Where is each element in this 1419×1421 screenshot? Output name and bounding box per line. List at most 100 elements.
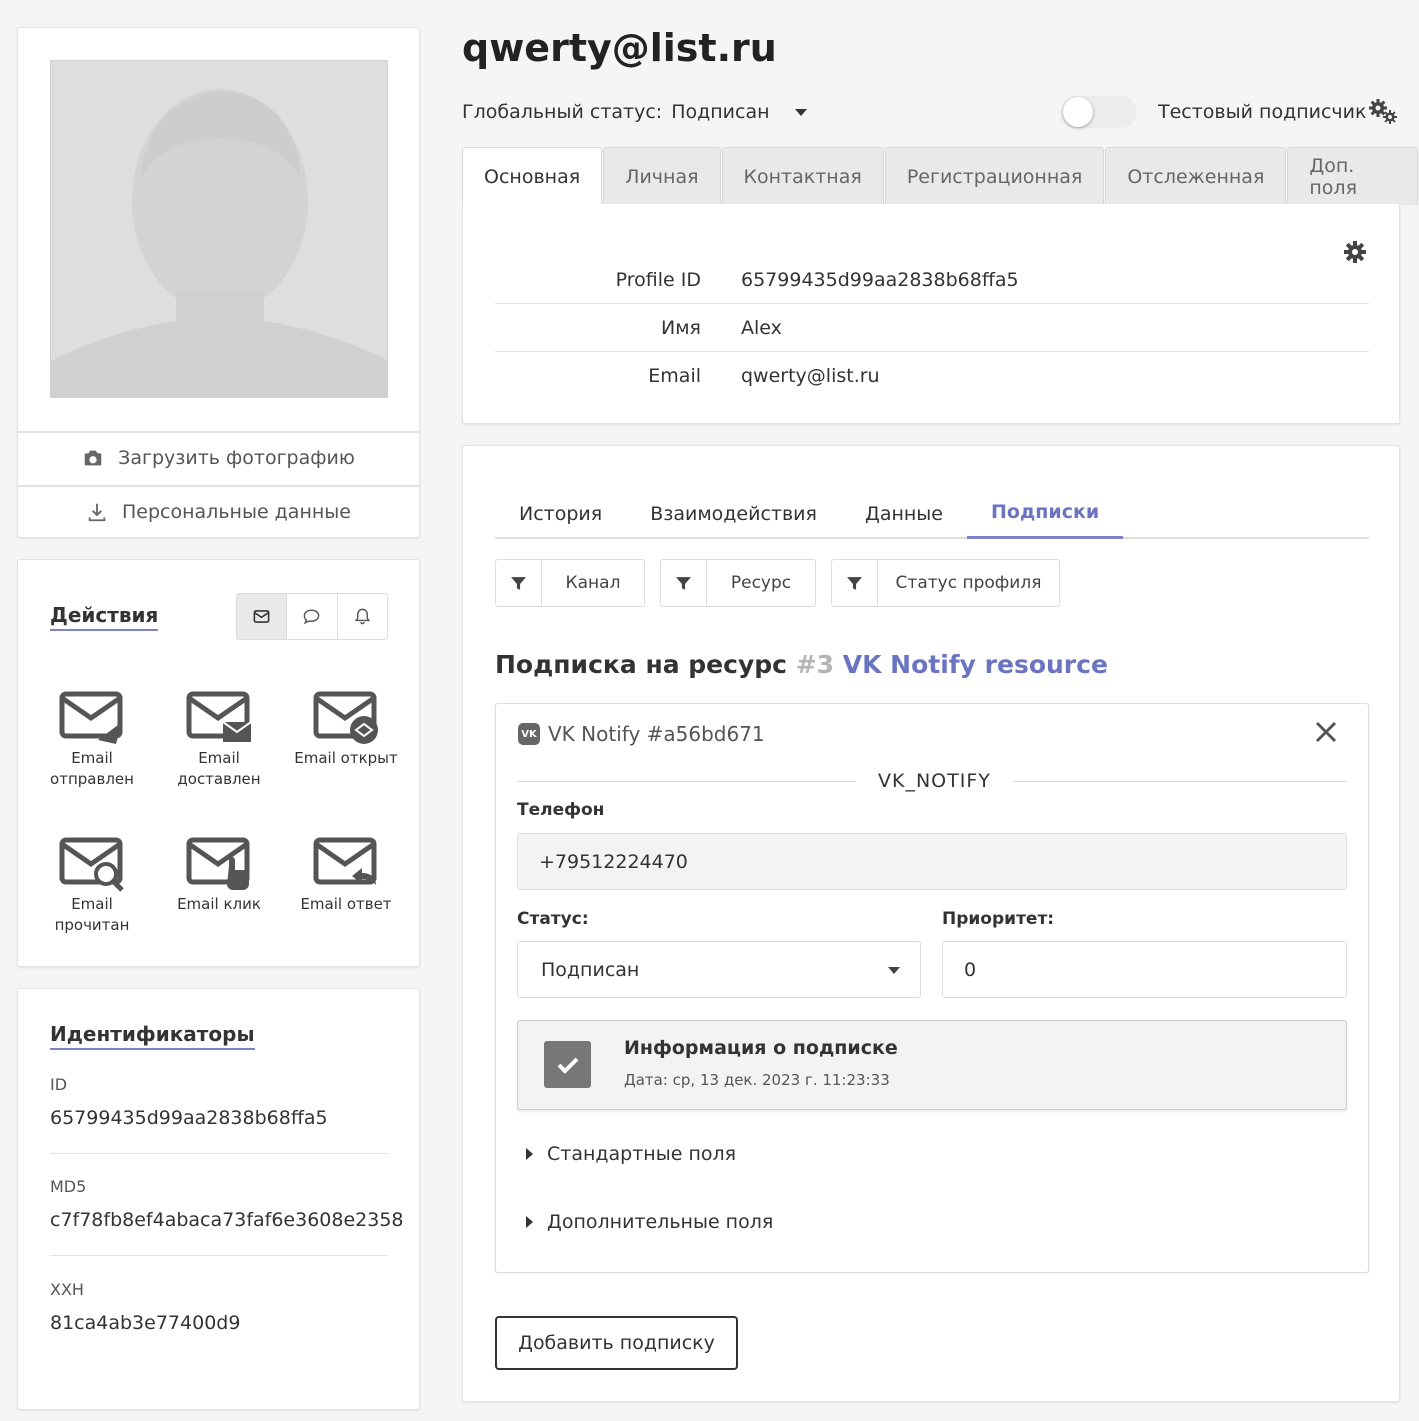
- caret-right-icon: [526, 1216, 533, 1228]
- tab-extra-fields[interactable]: Доп. поля: [1287, 147, 1418, 205]
- phone-field[interactable]: +79512224470: [517, 833, 1347, 890]
- avatar-placeholder-icon: [51, 61, 387, 397]
- action-email-click[interactable]: Email клик: [164, 836, 274, 915]
- main-info-card: Profile ID 65799435d99aa2838b68ffa5 Имя …: [462, 204, 1400, 424]
- info-row-email: Email qwerty@list.ru: [495, 352, 1369, 400]
- tab-history[interactable]: История: [495, 488, 626, 539]
- download-icon: [88, 503, 106, 521]
- actions-title: Действия: [50, 603, 159, 631]
- subscription-heading-text: Подписка на ресурс: [495, 650, 787, 679]
- action-email-opened[interactable]: Email открыт: [291, 690, 401, 769]
- action-email-read[interactable]: Email прочитан: [37, 836, 147, 936]
- chat-bubble-icon: [304, 609, 320, 625]
- page-title: qwerty@list.ru: [462, 26, 777, 70]
- status-label: Статус:: [517, 909, 589, 929]
- info-row-profile-id: Profile ID 65799435d99aa2838b68ffa5: [495, 256, 1369, 304]
- subscription-heading: Подписка на ресурс #3 VK Notify resource: [495, 650, 1108, 679]
- action-email-delivered[interactable]: Email доставлен: [164, 690, 274, 790]
- test-subscriber-toggle[interactable]: [1061, 96, 1137, 128]
- profile-tabs: Основная Личная Контактная Регистрационн…: [462, 147, 1419, 205]
- priority-field[interactable]: 0: [942, 941, 1347, 998]
- activity-tabs: История Взаимодействия Данные Подписки: [495, 488, 1369, 539]
- channel-email-button[interactable]: [237, 594, 288, 639]
- extra-fields-label: Дополнительные поля: [547, 1211, 774, 1233]
- priority-value: 0: [964, 958, 977, 981]
- status-value: Подписан: [541, 958, 640, 981]
- add-subscription-button[interactable]: Добавить подписку: [495, 1316, 738, 1370]
- divider: [50, 1153, 388, 1154]
- tab-subscriptions[interactable]: Подписки: [967, 488, 1124, 539]
- filter-icon: [511, 576, 526, 590]
- channel-push-button[interactable]: [338, 594, 387, 639]
- email-delivered-icon: [186, 691, 252, 742]
- channel-sms-button[interactable]: [287, 594, 338, 639]
- info-key: Profile ID: [615, 269, 701, 291]
- filter-label: Ресурс: [730, 573, 792, 593]
- identifiers-title: Идентификаторы: [50, 1022, 255, 1050]
- filter-channel[interactable]: Канал: [495, 559, 645, 607]
- id-label: ID: [50, 1075, 68, 1094]
- filter-label: Канал: [565, 573, 621, 593]
- filter-icon-wrap: [496, 560, 542, 606]
- tab-contact[interactable]: Контактная: [721, 147, 884, 205]
- chevron-down-icon: [794, 108, 807, 116]
- phone-value: +79512224470: [539, 850, 688, 873]
- bell-icon: [354, 608, 370, 625]
- action-email-sent[interactable]: Email отправлен: [37, 690, 147, 790]
- md5-label: MD5: [50, 1177, 87, 1196]
- filter-label: Статус профиля: [895, 573, 1042, 593]
- info-key: Email: [648, 365, 701, 387]
- tab-personal[interactable]: Личная: [603, 147, 721, 205]
- channel-label: VK_NOTIFY: [856, 770, 1013, 792]
- upload-photo-label: Загрузить фотографию: [118, 446, 355, 469]
- tab-main[interactable]: Основная: [462, 147, 603, 205]
- filter-icon-wrap: [832, 560, 878, 606]
- action-label: Email ответ: [300, 895, 392, 913]
- toggle-knob: [1063, 97, 1093, 127]
- phone-label: Телефон: [517, 800, 605, 820]
- global-status-label: Глобальный статус:: [462, 101, 663, 123]
- email-opened-icon: [313, 691, 378, 744]
- caret-right-icon: [526, 1148, 533, 1160]
- tab-tracked[interactable]: Отслеженная: [1105, 147, 1287, 205]
- tab-registration[interactable]: Регистрационная: [884, 147, 1105, 205]
- subscription-card-title: VK VK Notify #a56bd671: [518, 722, 765, 746]
- chevron-down-icon: [888, 967, 900, 974]
- extra-fields-toggle[interactable]: Дополнительные поля: [526, 1211, 773, 1233]
- filter-icon: [847, 576, 862, 590]
- email-sent-icon: [59, 691, 123, 744]
- global-status[interactable]: Глобальный статус: Подписан: [462, 101, 807, 123]
- subscription-info-date: Дата: ср, 13 дек. 2023 г. 11:23:33: [624, 1071, 890, 1089]
- action-email-reply[interactable]: Email ответ: [291, 836, 401, 915]
- email-reply-icon: [313, 837, 377, 885]
- checkbox-icon[interactable]: [544, 1041, 591, 1088]
- filter-icon-wrap: [661, 560, 707, 606]
- envelope-icon: [253, 610, 270, 623]
- action-label: Email прочитан: [54, 895, 130, 934]
- tab-interactions[interactable]: Взаимодействия: [626, 488, 841, 539]
- global-status-value: Подписан: [671, 101, 770, 123]
- tab-data[interactable]: Данные: [841, 488, 967, 539]
- close-icon[interactable]: [1314, 720, 1338, 744]
- filter-resource[interactable]: Ресурс: [660, 559, 816, 607]
- subscription-info-box: Информация о подписке Дата: ср, 13 дек. …: [517, 1020, 1347, 1110]
- resource-link[interactable]: VK Notify resource: [843, 650, 1108, 679]
- info-value: Alex: [741, 317, 782, 339]
- action-label: Email отправлен: [50, 749, 134, 788]
- filter-icon: [676, 576, 691, 590]
- xxh-label: XXH: [50, 1280, 84, 1299]
- actions-channel-switch: [236, 593, 388, 640]
- test-subscriber-label: Тестовый подписчик: [1158, 101, 1367, 123]
- filter-profile-status[interactable]: Статус профиля: [831, 559, 1060, 607]
- action-label: Email клик: [177, 895, 261, 913]
- photo-card: Загрузить фотографию Персональные данные: [17, 27, 420, 538]
- gears-icon[interactable]: [1368, 99, 1398, 125]
- camera-icon: [84, 450, 102, 465]
- info-key: Имя: [661, 317, 701, 339]
- status-select[interactable]: Подписан: [517, 941, 921, 998]
- standard-fields-toggle[interactable]: Стандартные поля: [526, 1143, 736, 1165]
- id-value: 65799435d99aa2838b68ffa5: [50, 1107, 328, 1129]
- upload-photo-button[interactable]: Загрузить фотографию: [18, 431, 419, 482]
- vk-logo-icon: VK: [518, 723, 540, 745]
- personal-data-button[interactable]: Персональные данные: [18, 485, 419, 536]
